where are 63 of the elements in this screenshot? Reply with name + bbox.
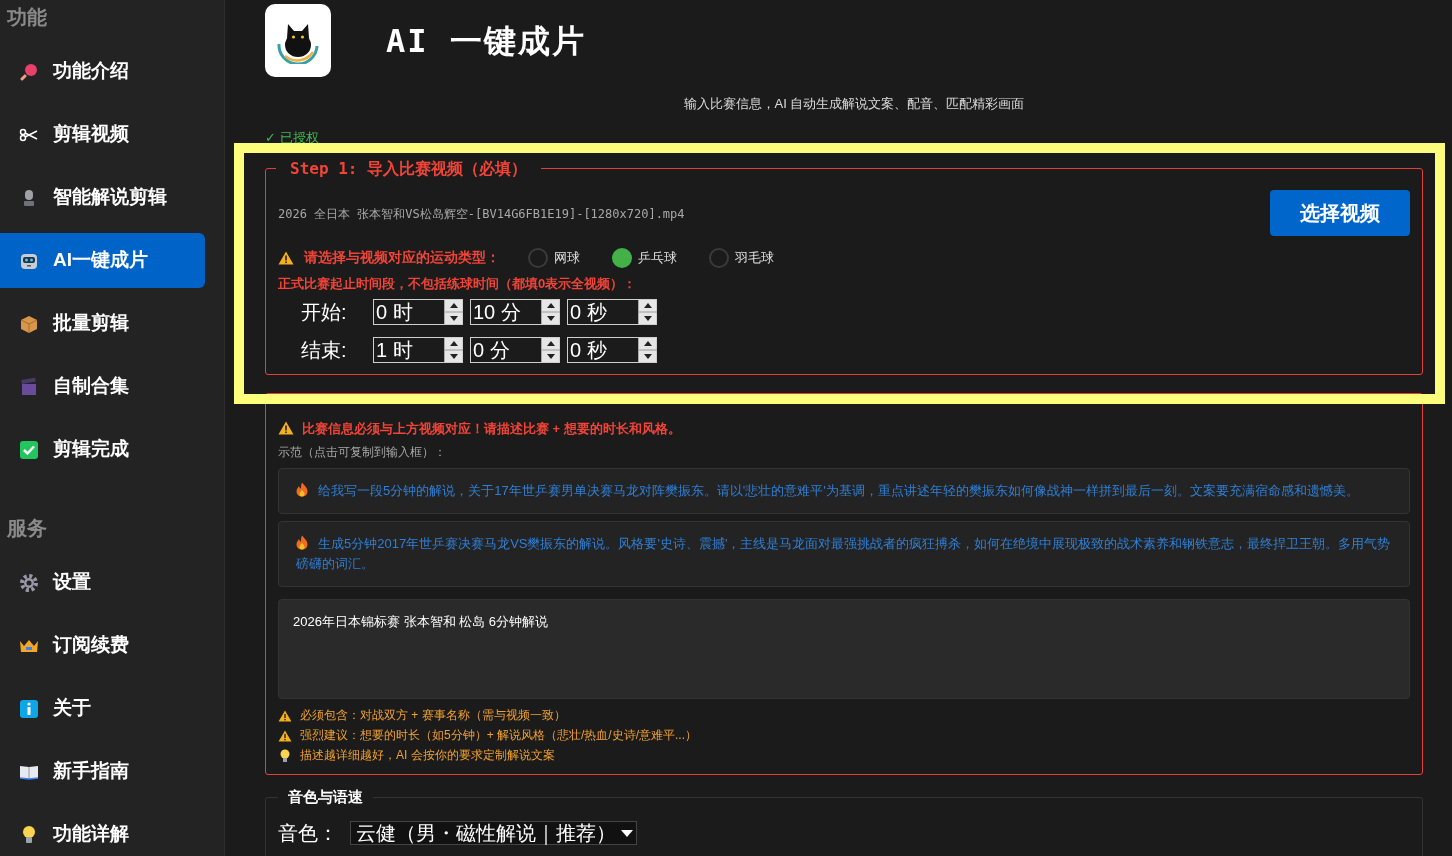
sidebar-item[interactable]: 智能解说剪辑: [0, 170, 205, 225]
sport-type-label: 请选择与视频对应的运动类型：: [304, 248, 500, 267]
time-spinbox[interactable]: 0 时: [373, 298, 463, 325]
fire-icon: [296, 482, 308, 497]
sidebar-item[interactable]: 订阅续费: [0, 618, 205, 673]
step-legend: Step 1: 导入比赛视频（必填）: [276, 158, 542, 179]
spin-arrows-icon: [541, 299, 559, 324]
info-icon: [19, 698, 39, 719]
sport-radio[interactable]: 乒乓球: [612, 247, 677, 268]
requirement-note: 强烈建议：想要的时长（如5分钟）+ 解说风格（悲壮/热血/史诗/意难平...）: [300, 727, 698, 744]
spin-arrows-icon: [638, 299, 656, 324]
requirement-note: 描述越详细越好，AI 会按你的要求定制解说文案: [300, 747, 555, 764]
warning-icon: [278, 421, 294, 436]
time-label: 开始:: [301, 299, 348, 325]
requirement-note: 必须包含：对战双方 + 赛事名称（需与视频一致）: [300, 707, 566, 724]
voice-legend: 音色与语速: [278, 787, 373, 807]
spin-arrows-icon: [444, 299, 462, 324]
spin-arrows-icon: [541, 337, 559, 362]
example-card[interactable]: 生成5分钟2017年世乒赛决赛马龙VS樊振东的解说。风格要'史诗、震撼'，主线是马龙面对最强挑战者的疯狂搏杀，如何在绝境中展现极致的战术素养和钢铁意志，最终捍卫王朝。多用气势磅礴的词汇。: [278, 521, 1410, 587]
sidebar-item[interactable]: 剪辑视频: [0, 107, 205, 162]
gear-icon: [19, 572, 39, 593]
example-card[interactable]: 给我写一段5分钟的解说，关于17年世乒赛男单决赛马龙对阵樊振东。请以'悲壮的意难平'为基调，重点讲述年轻的樊振东如何像战神一样拼到最后一刻。文案要充满宿命感和遗憾美。: [278, 468, 1410, 514]
voice-label: 音色：: [278, 821, 339, 846]
sidebar-item[interactable]: 新手指南: [0, 744, 205, 799]
section-heading: 功能: [6, 5, 48, 30]
page-subtitle: 输入比赛信息，AI 自动生成解说文案、配音、匹配精彩画面: [682, 95, 1026, 113]
clapperboard-icon: [19, 376, 39, 397]
time-spinbox[interactable]: 0 秒: [567, 336, 657, 363]
page-title: AI 一键成片: [386, 20, 586, 62]
fire-icon: [296, 535, 308, 550]
match-warning: 比赛信息必须与上方视频对应！请描述比赛 + 想要的时长和风格。: [302, 419, 681, 438]
sidebar-item[interactable]: 自制合集: [0, 359, 205, 414]
license-status: ✓ 已授权: [265, 129, 320, 146]
time-spinbox[interactable]: 0 分: [470, 336, 560, 363]
file-name: 2026 全日本 张本智和VS松岛辉空-[BV14G6FB1E19]-[1280x720].mp4: [278, 205, 685, 223]
section-heading: 服务: [5, 516, 48, 541]
sport-radio[interactable]: 网球: [528, 247, 580, 268]
checkmark-icon: [19, 439, 39, 460]
time-spinbox[interactable]: 1 时: [373, 336, 463, 363]
package-icon: [19, 313, 39, 334]
time-spinbox[interactable]: 10 分: [470, 298, 560, 325]
lightbulb-icon: [278, 748, 292, 763]
sidebar-item[interactable]: AI一键成片: [0, 233, 205, 288]
spin-arrows-icon: [444, 337, 462, 362]
spin-arrows-icon: [638, 337, 656, 362]
sidebar-item[interactable]: 关于: [0, 681, 205, 736]
time-label: 结束:: [301, 337, 348, 363]
examples-label: 示范（点击可复制到输入框）：: [278, 444, 447, 461]
sidebar-item[interactable]: 功能详解: [0, 807, 205, 856]
time-range-hint: 正式比赛起止时间段，不包括练球时间（都填0表示全视频）：: [278, 275, 638, 292]
warning-icon: [278, 728, 292, 743]
warning-icon: [278, 708, 292, 723]
time-spinbox[interactable]: 0 秒: [567, 298, 657, 325]
warning-icon: [278, 250, 294, 265]
paddle-icon: [19, 61, 39, 82]
sidebar-item[interactable]: 批量剪辑: [0, 296, 205, 351]
sport-radio[interactable]: 羽毛球: [709, 247, 774, 268]
description-input[interactable]: 2026年日本锦标赛 张本智和 松岛 6分钟解说: [278, 599, 1410, 699]
sidebar-item[interactable]: 功能介绍: [0, 44, 205, 99]
voice-select[interactable]: 云健（男・磁性解说｜推荐）: [350, 821, 637, 845]
sidebar-item[interactable]: 剪辑完成: [0, 422, 205, 477]
select-video-button[interactable]: 选择视频: [1270, 189, 1410, 236]
sidebar-item[interactable]: 设置: [0, 555, 205, 610]
